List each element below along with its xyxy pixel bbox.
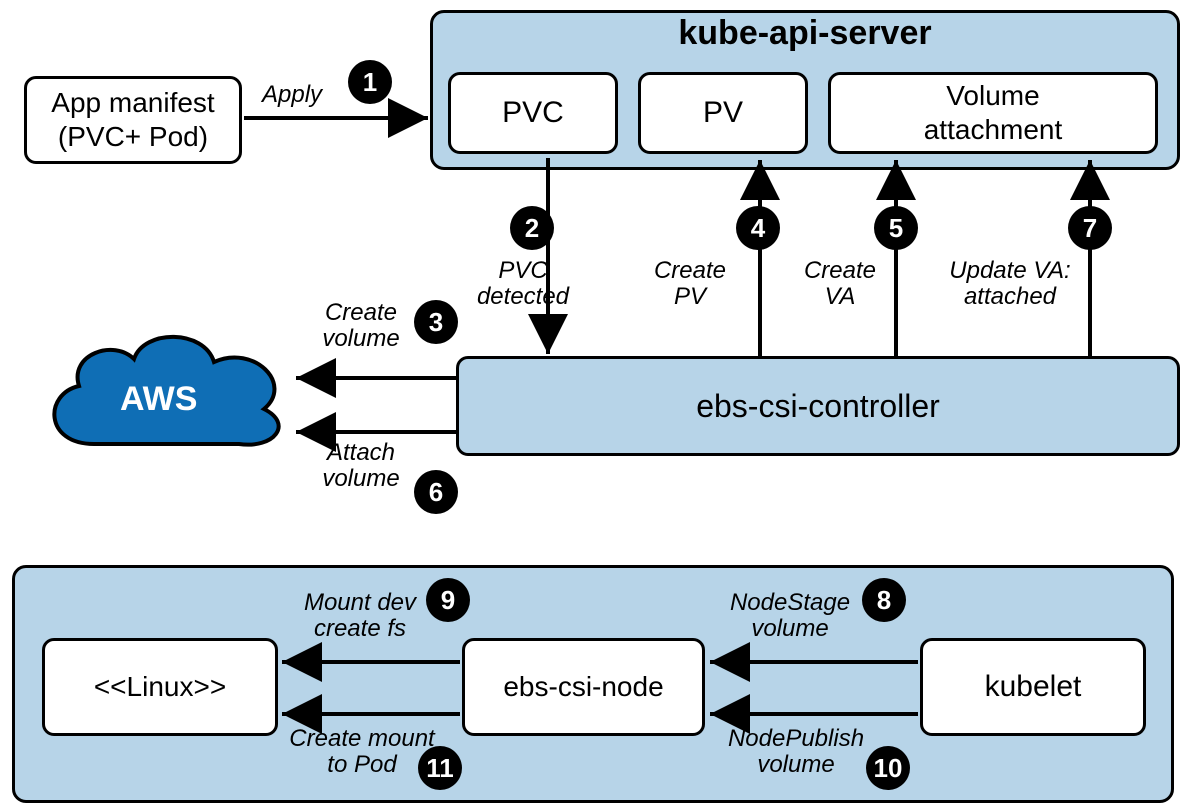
badge-9: 9 — [426, 578, 470, 622]
nodestage-label: NodeStage volume — [720, 590, 860, 643]
badge-5: 5 — [874, 206, 918, 250]
attach-volume-label: Attach volume — [306, 440, 416, 493]
aws-cloud-icon — [34, 304, 294, 454]
create-volume-label: Create volume — [306, 300, 416, 353]
badge-1: 1 — [348, 60, 392, 104]
badge-10: 10 — [866, 746, 910, 790]
mount-dev-label: Mount dev create fs — [290, 590, 430, 643]
aws-cloud-label: AWS — [120, 380, 197, 419]
pvc-box: PVC — [448, 72, 618, 154]
ebs-csi-node-box: ebs-csi-node — [462, 638, 705, 736]
badge-3: 3 — [414, 300, 458, 344]
update-va-label: Update VA: attached — [940, 258, 1080, 311]
create-va-label: Create VA — [790, 258, 890, 311]
badge-6: 6 — [414, 470, 458, 514]
ebs-csi-controller-box: ebs-csi-controller — [456, 356, 1180, 456]
pv-box: PV — [638, 72, 808, 154]
linux-box: <<Linux>> — [42, 638, 278, 736]
app-manifest-box: App manifest (PVC+ Pod) — [24, 76, 242, 164]
badge-8: 8 — [862, 578, 906, 622]
volume-attachment-box: Volume attachment — [828, 72, 1158, 154]
kubelet-box: kubelet — [920, 638, 1146, 736]
badge-4: 4 — [736, 206, 780, 250]
kube-api-server-title: kube-api-server — [640, 14, 970, 53]
nodepublish-label: NodePublish volume — [716, 726, 876, 779]
badge-11: 11 — [418, 746, 462, 790]
pvc-detected-label: PVC detected — [468, 258, 578, 311]
create-pv-label: Create PV — [640, 258, 740, 311]
badge-2: 2 — [510, 206, 554, 250]
apply-label: Apply — [262, 82, 342, 108]
badge-7: 7 — [1068, 206, 1112, 250]
